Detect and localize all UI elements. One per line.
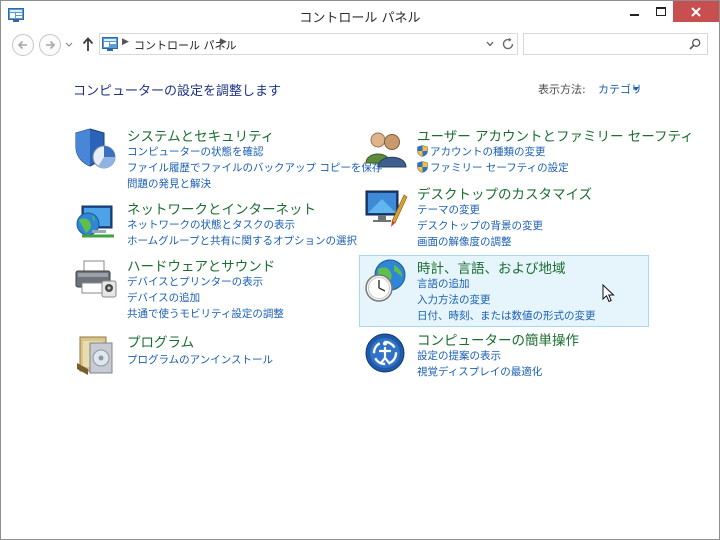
address-dropdown-icon[interactable]: [486, 41, 494, 47]
printer-icon[interactable]: [74, 257, 118, 301]
title-bar: コントロール パネル: [1, 1, 719, 31]
category-title[interactable]: ユーザー アカウントとファミリー セーフティ: [417, 125, 694, 145]
category-title[interactable]: プログラム: [127, 331, 194, 351]
view-by-dropdown-arrow-icon[interactable]: [633, 87, 639, 91]
forward-button[interactable]: [39, 34, 61, 56]
category-link-label[interactable]: アカウントの種類の変更: [430, 146, 546, 158]
category-link[interactable]: ホームグループと共有に関するオプションの選択: [127, 233, 357, 248]
category-title[interactable]: コンピューターの簡単操作: [417, 329, 579, 349]
arrow-right-icon: [46, 40, 56, 50]
category-network-internet: ネットワークとインターネット ネットワークの状態とタスクの表示 ホームグループと…: [74, 198, 357, 248]
category-link[interactable]: テーマの変更: [417, 202, 480, 217]
recent-locations-dropdown-icon[interactable]: [65, 40, 73, 48]
uac-shield-icon: [417, 161, 428, 173]
page-heading: コンピューターの設定を調整します: [73, 84, 282, 99]
category-link[interactable]: 設定の提案の表示: [417, 348, 501, 363]
category-hardware-sound: ハードウェアとサウンド デバイスとプリンターの表示 デバイスの追加 共通で使うモ…: [74, 255, 354, 321]
breadcrumb-chevron-icon[interactable]: ▶: [122, 37, 129, 47]
search-icon[interactable]: [689, 38, 701, 50]
clock-globe-icon[interactable]: [364, 259, 408, 303]
category-link[interactable]: 問題の発見と解決: [127, 176, 211, 191]
navigation-bar: ▶ コントロール パネル ▶: [1, 31, 719, 59]
control-panel-icon: [102, 37, 118, 51]
search-input[interactable]: [523, 33, 708, 55]
category-title[interactable]: システムとセキュリティ: [127, 125, 274, 145]
category-link[interactable]: 日付、時刻、または数値の形式の変更: [417, 308, 596, 323]
category-link[interactable]: 言語の追加: [417, 276, 470, 291]
mouse-pointer-icon: [602, 284, 615, 303]
uac-shield-icon: [417, 145, 428, 157]
category-link-label[interactable]: ファミリー セーフティの設定: [430, 162, 569, 174]
up-arrow-icon[interactable]: [81, 36, 95, 52]
category-link[interactable]: ファイル履歴でファイルのバックアップ コピーを保存: [127, 160, 382, 175]
desktop-personalization-icon[interactable]: [364, 185, 408, 229]
category-title[interactable]: デスクトップのカスタマイズ: [417, 183, 592, 203]
category-link[interactable]: 入力方法の変更: [417, 292, 491, 307]
minimize-icon: [629, 13, 639, 16]
category-title[interactable]: ネットワークとインターネット: [127, 198, 316, 218]
refresh-icon[interactable]: [501, 37, 515, 51]
minimize-button[interactable]: [620, 1, 648, 22]
category-link[interactable]: デバイスの追加: [127, 290, 200, 305]
security-shield-icon[interactable]: [74, 127, 118, 171]
category-appearance: デスクトップのカスタマイズ テーマの変更 デスクトップの背景の変更 画面の解像度…: [364, 183, 654, 249]
category-programs: プログラム プログラムのアンインストール: [74, 331, 354, 375]
back-button[interactable]: [12, 34, 34, 56]
category-link[interactable]: 共通で使うモビリティ設定の調整: [127, 306, 284, 321]
users-icon[interactable]: [364, 127, 408, 171]
maximize-icon: [656, 7, 666, 16]
category-link[interactable]: アカウントの種類の変更: [417, 144, 546, 159]
control-panel-window: コントロール パネル ▶ コントロール パネル ▶ コンピューターの設定を調整し…: [0, 0, 720, 540]
address-bar[interactable]: ▶ コントロール パネル ▶: [99, 33, 518, 55]
category-link[interactable]: ネットワークの状態とタスクの表示: [127, 217, 295, 232]
window-title: コントロール パネル: [299, 11, 421, 26]
category-link[interactable]: コンピューターの状態を確認: [127, 144, 264, 159]
category-link[interactable]: ファミリー セーフティの設定: [417, 160, 569, 175]
close-button[interactable]: [673, 1, 719, 22]
view-by-label: 表示方法:: [538, 83, 586, 96]
category-link[interactable]: プログラムのアンインストール: [127, 352, 273, 367]
category-ease-of-access: コンピューターの簡単操作 設定の提案の表示 視覚ディスプレイの最適化: [364, 329, 654, 379]
category-user-accounts: ユーザー アカウントとファミリー セーフティ アカウントの種類の変更 ファミリー…: [364, 125, 694, 175]
programs-icon[interactable]: [74, 333, 118, 377]
network-globe-icon[interactable]: [74, 200, 118, 244]
close-icon: [691, 6, 701, 17]
category-title[interactable]: 時計、言語、および地域: [417, 257, 566, 277]
category-title[interactable]: ハードウェアとサウンド: [127, 255, 275, 275]
ease-of-access-icon[interactable]: [364, 331, 408, 375]
arrow-left-icon: [17, 40, 27, 50]
breadcrumb-chevron-icon[interactable]: ▶: [220, 37, 227, 47]
category-link[interactable]: 画面の解像度の調整: [417, 234, 512, 249]
category-link[interactable]: 視覚ディスプレイの最適化: [417, 364, 542, 379]
category-link[interactable]: デバイスとプリンターの表示: [127, 274, 263, 289]
category-system-security: システムとセキュリティ コンピューターの状態を確認 ファイル履歴でファイルのバッ…: [74, 125, 382, 191]
maximize-button[interactable]: [647, 1, 675, 22]
category-link[interactable]: デスクトップの背景の変更: [417, 218, 543, 233]
